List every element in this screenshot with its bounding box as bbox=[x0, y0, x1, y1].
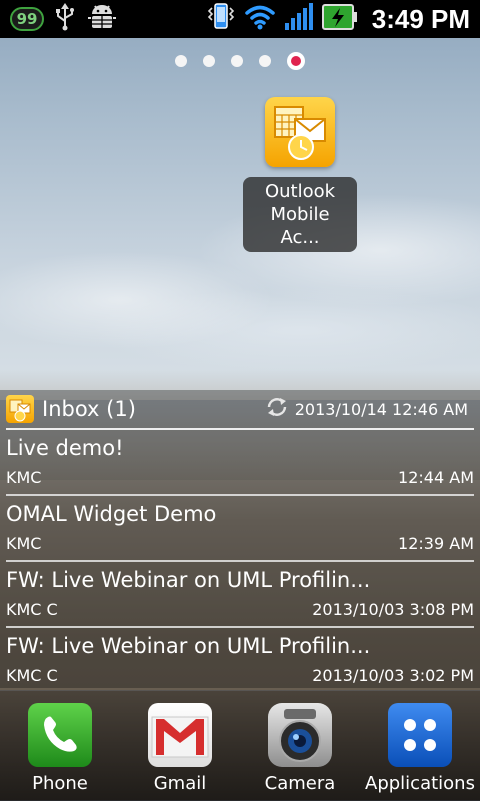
mail-subject: FW: Live Webinar on UML Profilin... bbox=[6, 568, 371, 592]
mail-list-item[interactable]: FW: Live Webinar on UML Profilin... KMC … bbox=[6, 562, 474, 628]
page-dot-4[interactable] bbox=[259, 55, 271, 67]
battery-charging-icon bbox=[321, 3, 358, 35]
camera-icon bbox=[268, 703, 332, 767]
android-debug-icon bbox=[86, 2, 118, 36]
status-clock: 3:49 PM bbox=[371, 3, 470, 34]
wifi-icon bbox=[244, 3, 276, 35]
phone-icon bbox=[28, 703, 92, 767]
dock-applications[interactable]: Applications bbox=[360, 691, 480, 801]
shortcut-label-line1: Outlook bbox=[264, 181, 336, 202]
page-dot-3[interactable] bbox=[231, 55, 243, 67]
widget-header: Inbox (1) 2013/10/14 12:46 AM bbox=[6, 390, 474, 430]
mail-sender: KMC C bbox=[6, 666, 58, 685]
page-dot-5-active[interactable] bbox=[287, 52, 305, 70]
page-dot-2[interactable] bbox=[203, 55, 215, 67]
dock-label-applications: Applications bbox=[365, 773, 475, 794]
shortcut-label-line2: Mobile Ac... bbox=[270, 204, 330, 248]
dock-label-gmail: Gmail bbox=[153, 773, 207, 794]
mail-time: 12:39 AM bbox=[398, 534, 474, 553]
outlook-mobile-icon bbox=[265, 97, 335, 167]
mail-sender: KMC bbox=[6, 468, 42, 487]
page-indicator bbox=[0, 52, 480, 70]
vibrate-icon bbox=[206, 2, 236, 36]
gmail-icon bbox=[148, 703, 212, 767]
dock-phone[interactable]: Phone bbox=[0, 691, 120, 801]
shortcut-label: Outlook Mobile Ac... bbox=[243, 177, 357, 252]
outlook-inbox-widget[interactable]: Inbox (1) 2013/10/14 12:46 AM Live demo!… bbox=[0, 390, 480, 688]
dock-bar: Phone Gmail Camera Applications bbox=[0, 690, 480, 801]
mail-sender: KMC bbox=[6, 534, 42, 553]
mail-list-item[interactable]: OMAL Widget Demo KMC 12:39 AM bbox=[6, 496, 474, 562]
widget-folder-title[interactable]: Inbox (1) bbox=[42, 397, 136, 421]
refresh-icon[interactable] bbox=[265, 395, 289, 423]
dock-label-phone: Phone bbox=[32, 773, 88, 794]
page-dot-1[interactable] bbox=[175, 55, 187, 67]
outlook-widget-icon bbox=[6, 395, 34, 423]
usb-icon bbox=[54, 3, 76, 35]
apps-grid-icon bbox=[388, 703, 452, 767]
mail-subject: OMAL Widget Demo bbox=[6, 502, 217, 526]
mail-list-item[interactable]: FW: Live Webinar on UML Profilin... KMC … bbox=[6, 628, 474, 692]
mail-time: 2013/10/03 3:08 PM bbox=[312, 600, 474, 619]
dock-gmail[interactable]: Gmail bbox=[120, 691, 240, 801]
status-bar: 99 3:49 PM bbox=[0, 0, 480, 38]
mail-time: 2013/10/03 3:02 PM bbox=[312, 666, 474, 685]
dock-camera[interactable]: Camera bbox=[240, 691, 360, 801]
widget-last-sync: 2013/10/14 12:46 AM bbox=[294, 399, 468, 419]
outlook-shortcut[interactable]: Outlook Mobile Ac... bbox=[243, 97, 357, 252]
notification-count-badge[interactable]: 99 bbox=[10, 7, 44, 31]
mail-sender: KMC C bbox=[6, 600, 58, 619]
notification-count: 99 bbox=[16, 10, 38, 28]
signal-icon bbox=[284, 3, 314, 35]
mail-subject: FW: Live Webinar on UML Profilin... bbox=[6, 634, 371, 658]
mail-subject: Live demo! bbox=[6, 436, 124, 460]
mail-time: 12:44 AM bbox=[398, 468, 474, 487]
mail-list-item[interactable]: Live demo! KMC 12:44 AM bbox=[6, 430, 474, 496]
dock-label-camera: Camera bbox=[264, 773, 336, 794]
